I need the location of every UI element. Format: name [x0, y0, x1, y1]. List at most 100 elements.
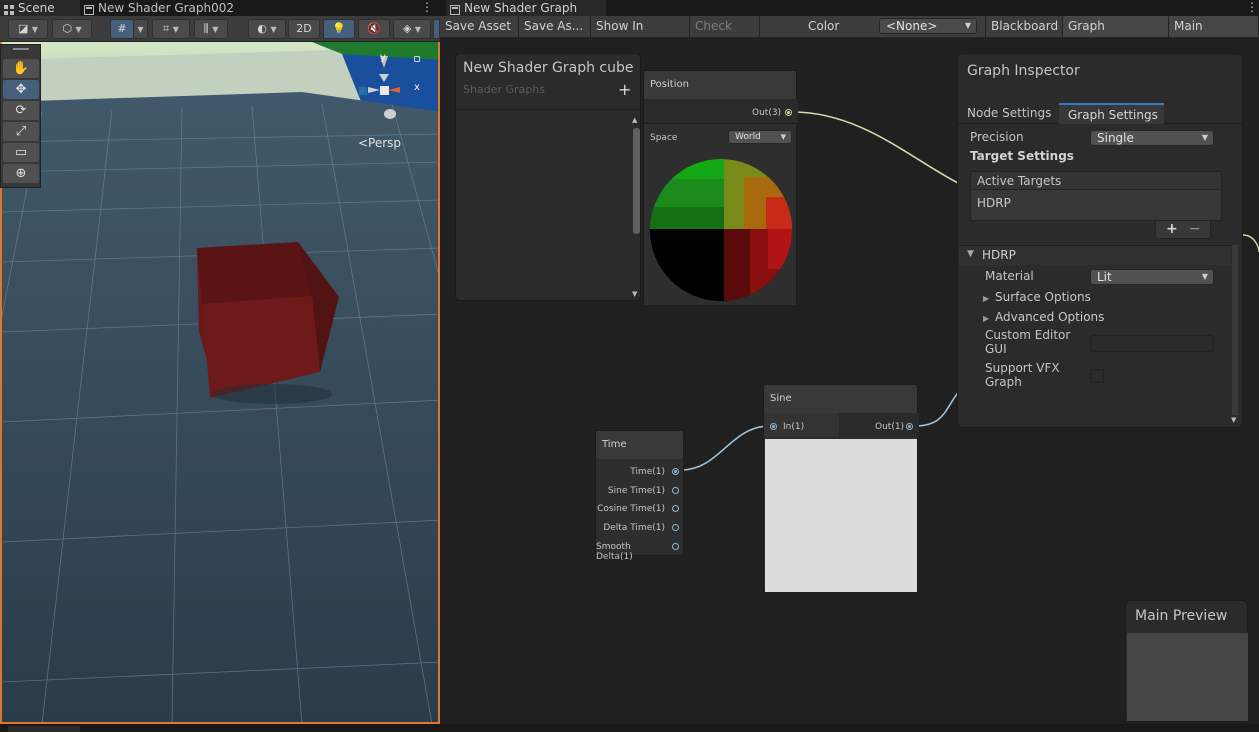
effects-button[interactable]: ◈ ▼	[393, 19, 431, 39]
audio-toggle-button[interactable]: 🔇	[358, 19, 390, 39]
blackboard-title: New Shader Graph cube	[463, 60, 634, 76]
rect-tool-button[interactable]: ▭	[3, 143, 39, 162]
tab-graph-settings[interactable]: Graph Settings	[1059, 103, 1164, 124]
move-tool-button[interactable]: ✥	[3, 80, 39, 99]
time-port-label: Time(1)	[630, 467, 665, 477]
blackboard-scrollbar[interactable]: ▲ ▼	[632, 116, 642, 302]
cosine-time-port[interactable]	[672, 505, 679, 512]
hdrp-section-label: HDRP	[982, 248, 1016, 262]
custom-editor-gui-field[interactable]	[1090, 335, 1214, 352]
add-target-button[interactable]: +	[1166, 221, 1178, 237]
color-mode-value: <None>	[886, 19, 938, 33]
tab-new-shader-graph-cube[interactable]: New Shader Graph cube	[446, 0, 606, 31]
gizmo-y-label: y	[380, 52, 386, 63]
save-as-button[interactable]: Save As...	[519, 16, 591, 37]
save-asset-button[interactable]: Save Asset	[440, 16, 519, 37]
blackboard-panel: New Shader Graph cube Shader Graphs + ▲ …	[455, 53, 642, 302]
inspector-title: Graph Inspector	[967, 63, 1080, 79]
time-node-title: Time	[596, 431, 683, 459]
2d-label: 2D	[296, 22, 312, 35]
snap-settings-button[interactable]: ⌗ ▼	[152, 19, 190, 39]
active-targets-header: Active Targets	[971, 172, 1221, 190]
precision-dropdown[interactable]: Single ▼	[1090, 130, 1214, 146]
2d-toggle-button[interactable]: 2D	[288, 19, 320, 39]
sine-out-port[interactable]	[906, 423, 913, 430]
rotate-tool-button[interactable]: ⟳	[3, 101, 39, 120]
chevron-down-icon: ▼	[75, 25, 82, 34]
scroll-up-icon[interactable]: ▲	[632, 116, 637, 124]
sine-node[interactable]: Sine In(1) Out(1)	[763, 384, 919, 592]
wire-position-out	[792, 111, 959, 184]
persp-label[interactable]: <Persp	[358, 136, 401, 150]
delta-time-port[interactable]	[672, 524, 679, 531]
sine-preview	[765, 439, 917, 592]
tab-new-shader-graph002[interactable]: New Shader Graph002	[80, 0, 260, 16]
color-mode-dropdown[interactable]: <None> ▼	[879, 18, 977, 34]
graph-inspector-button[interactable]: Graph Inspector	[1063, 16, 1169, 54]
gizmo-x-label: x	[414, 82, 420, 93]
tab-graph002-label: New Shader Graph002	[98, 1, 235, 15]
surface-options-foldout[interactable]: ▶ Surface Options	[983, 290, 1091, 304]
space-value: World	[735, 132, 761, 142]
show-in-project-button[interactable]: Show In Project	[591, 16, 690, 54]
main-preview-viewport[interactable]	[1127, 633, 1248, 721]
grid-snap-dropdown[interactable]: ▼	[134, 19, 148, 39]
time-port[interactable]	[672, 468, 679, 475]
increment-snap-button[interactable]: ⫼ ▼	[194, 19, 228, 39]
floor	[2, 92, 438, 722]
active-targets-list: Active Targets HDRP	[970, 171, 1222, 221]
scene-tab-menu-icon[interactable]: ⋮	[421, 0, 433, 16]
expand-down-icon: ▼	[967, 249, 974, 259]
scroll-down-icon[interactable]: ▼	[1231, 416, 1236, 424]
support-vfx-graph-checkbox[interactable]	[1090, 369, 1104, 383]
chevron-down-icon: ▼	[1201, 133, 1208, 142]
position-node[interactable]: Position Out(3) Space World ▼	[643, 70, 798, 306]
graph-tab-menu-icon[interactable]: ⋮	[1246, 0, 1258, 16]
graph-tabbar: New Shader Graph cube ⋮	[440, 0, 1259, 31]
shading-button[interactable]: ◐ ▼	[248, 19, 286, 39]
sine-time-port[interactable]	[672, 487, 679, 494]
active-target-item[interactable]: HDRP	[977, 196, 1011, 210]
chevron-down-icon: ▼	[212, 25, 219, 34]
sine-in-port[interactable]	[770, 423, 777, 430]
hdrp-section-header[interactable]: ▼ HDRP	[959, 245, 1231, 265]
drag-handle-icon[interactable]	[13, 48, 29, 50]
rect-icon: ▭	[14, 145, 28, 160]
main-preview-button[interactable]: Main Preview	[1169, 16, 1259, 54]
draw-mode-icon: ◪	[17, 22, 29, 35]
smooth-delta-port[interactable]	[672, 543, 679, 550]
check-out-button[interactable]: Check Out	[690, 16, 760, 54]
tab-node-settings[interactable]: Node Settings	[958, 103, 1059, 124]
draw-mode-button[interactable]: ◪ ▼	[8, 19, 48, 39]
inspector-scroll-track[interactable]	[1232, 245, 1238, 415]
lock-icon[interactable]	[414, 56, 420, 62]
ruler-icon: ⫼	[203, 22, 209, 35]
advanced-options-foldout[interactable]: ▶ Advanced Options	[983, 310, 1104, 324]
remove-target-button[interactable]: −	[1189, 221, 1201, 237]
scroll-down-icon[interactable]: ▼	[632, 290, 637, 298]
advanced-options-label: Advanced Options	[995, 310, 1105, 324]
space-label: Space	[650, 133, 678, 143]
cube-shadow	[212, 384, 332, 404]
scale-tool-button[interactable]: ⤢	[3, 122, 39, 141]
hand-tool-button[interactable]: ✋	[3, 59, 39, 78]
inspector-scrollbar[interactable]: ▼	[1231, 245, 1241, 426]
render-mode-button[interactable]: ⬡ ▼	[52, 19, 92, 39]
time-node[interactable]: Time Time(1) Sine Time(1) Cosine Time(1)…	[595, 430, 684, 562]
scrollbar-thumb[interactable]	[633, 128, 640, 234]
blackboard-button[interactable]: Blackboard	[985, 16, 1063, 37]
sine-in-label: In(1)	[783, 422, 805, 432]
transform-tool-button[interactable]: ⊕	[3, 164, 39, 183]
grid-snap-button[interactable]: #	[110, 19, 134, 39]
material-dropdown[interactable]: Lit ▼	[1090, 269, 1214, 285]
lighting-toggle-button[interactable]: 💡	[323, 19, 355, 39]
hand-icon: ✋	[12, 61, 30, 76]
space-dropdown[interactable]: World ▼	[728, 130, 792, 144]
blackboard-add-button[interactable]: +	[618, 80, 631, 99]
scene-visibility-button[interactable]	[433, 19, 440, 39]
graph-toolbar: Save Asset Save As... Show In Project Ch…	[440, 16, 1259, 54]
position-out-port[interactable]	[785, 109, 792, 116]
move-icon: ✥	[15, 82, 27, 97]
tab-scene[interactable]: Scene	[0, 0, 80, 16]
status-bar	[0, 724, 1259, 732]
